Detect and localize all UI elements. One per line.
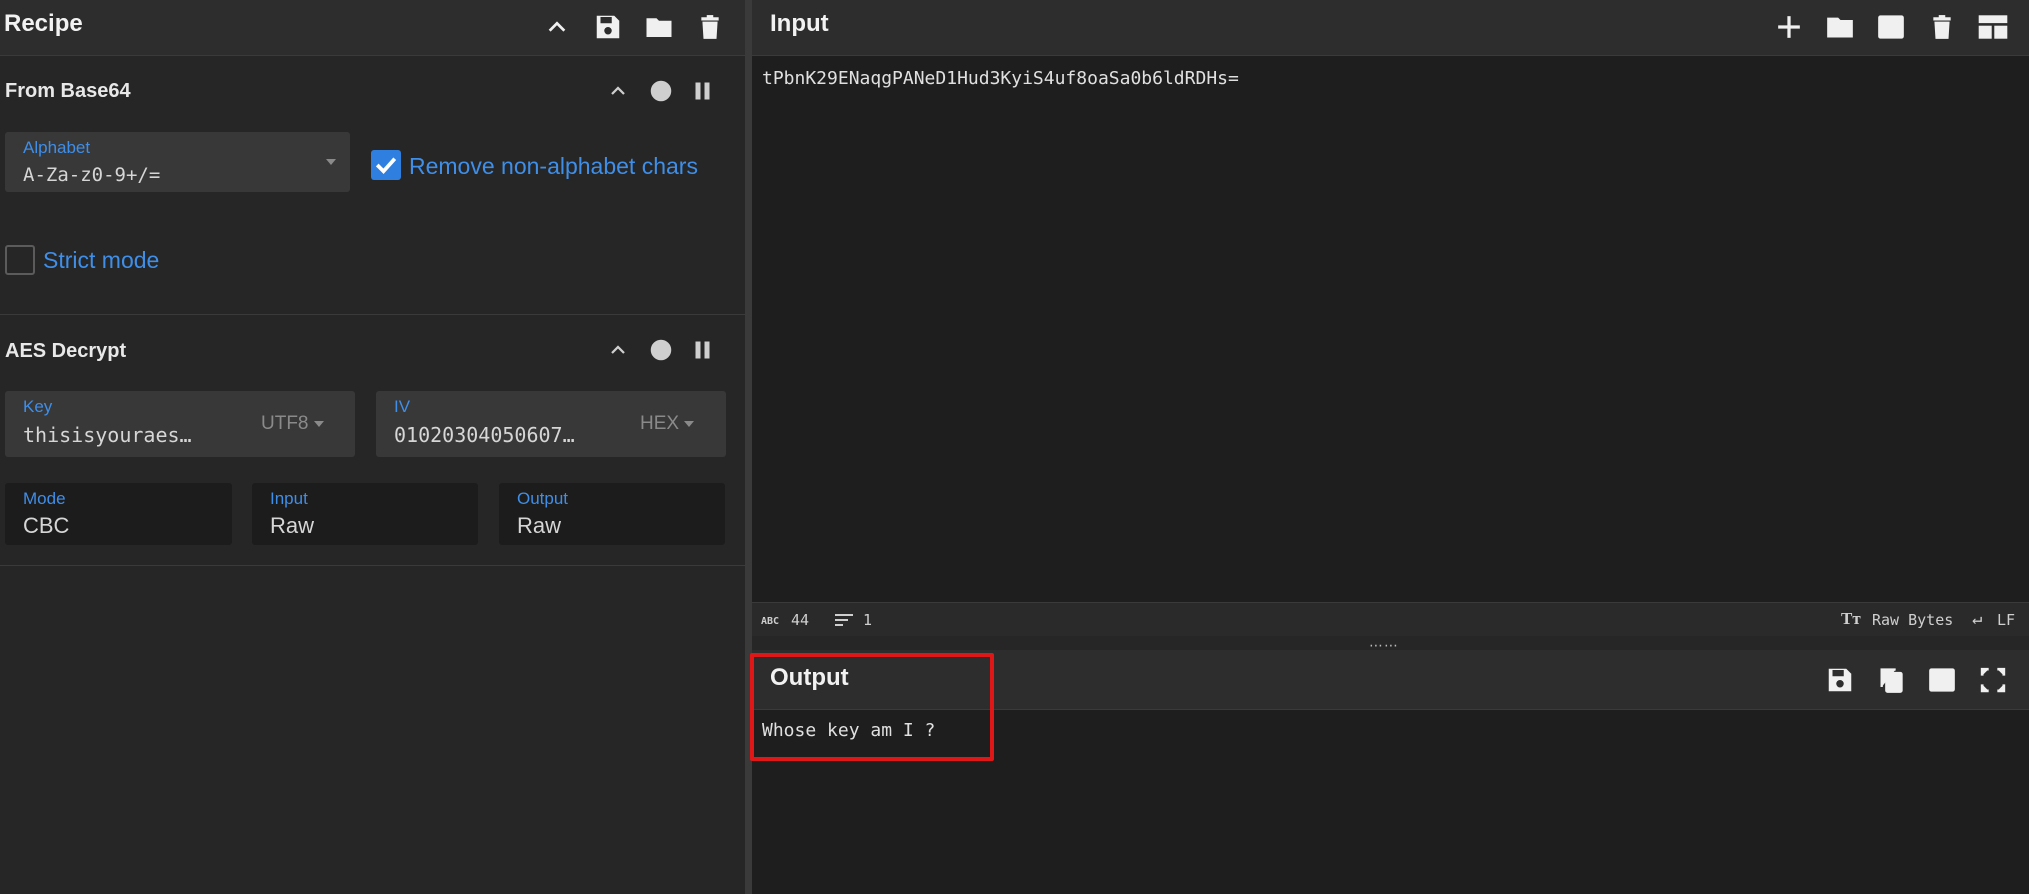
collapse-all-button[interactable] xyxy=(537,7,577,47)
input-textarea[interactable]: tPbnK29ENaqgPANeD1Hud3KyiS4uf8oaSa0b6ldR… xyxy=(762,68,1239,89)
input-format-value: Raw xyxy=(270,513,315,538)
disable-icon xyxy=(650,339,672,361)
op-collapse-button[interactable] xyxy=(601,333,635,367)
strict-mode-label[interactable]: Strict mode xyxy=(43,247,159,274)
mode-select[interactable]: Mode CBC xyxy=(5,483,232,545)
op-title: AES Decrypt xyxy=(5,340,127,362)
input-status-bar: ABC 44 1 Tт Raw Bytes ↵ LF xyxy=(752,602,2029,636)
key-value: thisisyouraes… xyxy=(23,423,192,447)
iv-label: IV xyxy=(394,397,411,416)
return-icon: ↵ xyxy=(1972,609,1983,629)
alphabet-label: Alphabet xyxy=(23,138,91,157)
clear-recipe-button[interactable] xyxy=(690,7,730,47)
key-label: Key xyxy=(23,397,53,416)
key-encoding-dropdown[interactable]: UTF8 xyxy=(261,413,324,435)
lines-icon xyxy=(835,614,853,626)
trash-icon xyxy=(701,15,719,39)
upload-icon xyxy=(1929,668,1955,692)
op-title: From Base64 xyxy=(5,80,131,102)
save-icon xyxy=(1828,668,1852,692)
pause-icon xyxy=(695,341,710,359)
plus-icon xyxy=(1778,16,1800,38)
iv-encoding-value: HEX xyxy=(640,413,680,434)
op-disable-button[interactable] xyxy=(644,333,678,367)
input-format-select[interactable]: Input Raw xyxy=(252,483,478,545)
strict-mode-checkbox[interactable] xyxy=(5,245,35,275)
input-length: 44 xyxy=(791,611,810,629)
open-file-button[interactable] xyxy=(1820,7,1860,47)
output-highlight-box xyxy=(750,653,994,761)
input-encoding[interactable]: Raw Bytes xyxy=(1872,611,1953,629)
output-format-select[interactable]: Output Raw xyxy=(499,483,725,545)
save-recipe-button[interactable] xyxy=(588,7,628,47)
input-title: Input xyxy=(770,10,829,37)
check-icon xyxy=(375,157,397,174)
pause-icon xyxy=(695,82,710,100)
fullscreen-icon xyxy=(1980,667,2006,693)
remove-non-alphabet-checkbox[interactable] xyxy=(371,150,401,180)
chevron-up-icon xyxy=(611,345,625,354)
alphabet-value: A-Za-z0-9+/= xyxy=(23,164,161,186)
op-disable-button[interactable] xyxy=(644,74,678,108)
layout-icon xyxy=(1978,15,2008,39)
alphabet-select[interactable]: Alphabet A-Za-z0-9+/= xyxy=(5,132,350,192)
chevron-down-icon xyxy=(684,420,695,427)
op-collapse-button[interactable] xyxy=(601,74,635,108)
chevron-up-icon xyxy=(611,86,625,95)
chevron-down-icon xyxy=(313,420,324,427)
folder-icon xyxy=(646,18,672,37)
chevron-up-icon xyxy=(548,21,566,32)
output-format-label: Output xyxy=(517,489,569,508)
reset-layout-button[interactable] xyxy=(1973,7,2013,47)
key-encoding-value: UTF8 xyxy=(261,413,309,434)
replace-input-button[interactable] xyxy=(1922,660,1962,700)
iv-value: 01020304050607… xyxy=(394,423,575,447)
load-recipe-button[interactable] xyxy=(639,7,679,47)
iv-encoding-dropdown[interactable]: HEX xyxy=(640,413,695,435)
text-encoding-icon: Tт xyxy=(1841,609,1861,628)
mode-label: Mode xyxy=(23,489,66,508)
clear-input-button[interactable] xyxy=(1922,7,1962,47)
save-output-button[interactable] xyxy=(1820,660,1860,700)
input-format-label: Input xyxy=(270,489,308,508)
input-header: Input xyxy=(752,0,2029,56)
maximise-output-button[interactable] xyxy=(1973,660,2013,700)
copy-icon xyxy=(1880,668,1903,693)
io-resize-handle[interactable]: ⋯⋯ xyxy=(752,636,2029,653)
op-aes-decrypt: AES Decrypt Key thisisyouraes… UTF8 IV 0… xyxy=(0,316,745,566)
output-format-value: Raw xyxy=(517,513,562,538)
open-folder-button[interactable] xyxy=(1871,7,1911,47)
op-breakpoint-button[interactable] xyxy=(686,74,720,108)
save-icon xyxy=(596,15,620,39)
chevron-down-icon xyxy=(326,159,336,165)
input-eol[interactable]: LF xyxy=(1997,611,2015,629)
trash-icon xyxy=(1933,15,1951,39)
recipe-title: Recipe xyxy=(4,10,83,37)
input-file-icon xyxy=(1878,15,1904,39)
key-field[interactable]: Key thisisyouraes… UTF8 xyxy=(5,391,355,457)
op-from-base64: From Base64 Alphabet A-Za-z0-9+/= Remove… xyxy=(0,57,745,315)
copy-output-button[interactable] xyxy=(1871,660,1911,700)
disable-icon xyxy=(650,80,672,102)
add-tab-button[interactable] xyxy=(1769,7,1809,47)
input-lines: 1 xyxy=(863,611,873,629)
recipe-pane: Recipe From Base64 Alphabet A-Za-z0-9+/= xyxy=(0,0,745,894)
op-breakpoint-button[interactable] xyxy=(686,333,720,367)
remove-non-alphabet-label[interactable]: Remove non-alphabet chars xyxy=(409,153,698,180)
iv-field[interactable]: IV 01020304050607… HEX xyxy=(376,391,726,457)
mode-value: CBC xyxy=(23,513,70,538)
abc-icon: ABC xyxy=(761,616,780,627)
recipe-header: Recipe xyxy=(0,0,745,56)
folder-open-icon xyxy=(1827,17,1853,38)
input-pane: Input tPbnK29ENaqgPANeD1Hud3KyiS4uf8oaSa… xyxy=(752,0,2029,653)
